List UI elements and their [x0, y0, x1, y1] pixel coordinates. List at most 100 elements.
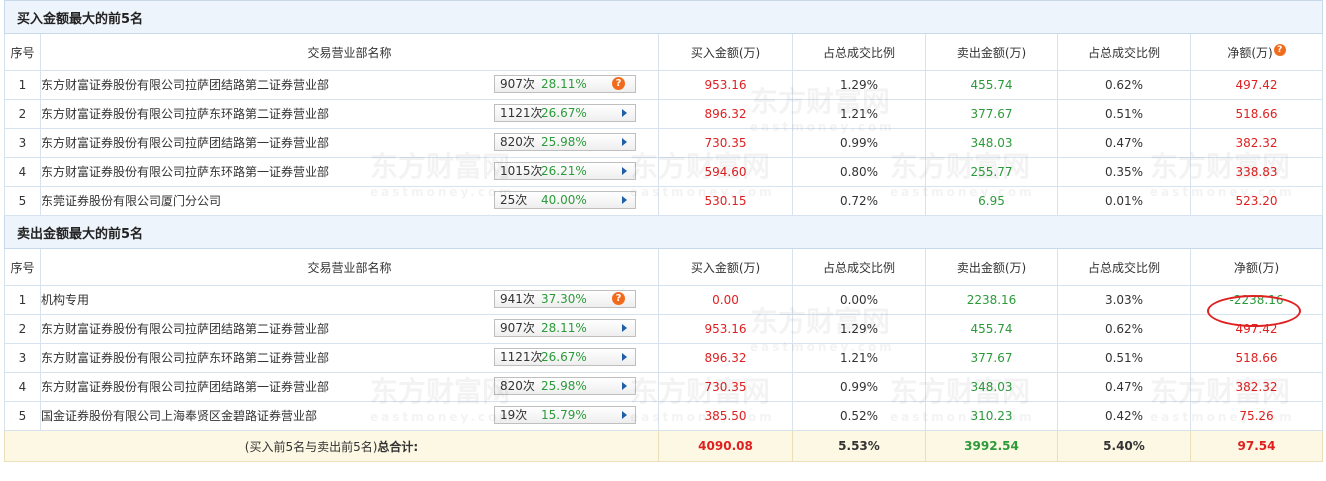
branch-name-link[interactable]: 东方财富证券股份有限公司拉萨东环路第一证券营业部: [41, 158, 329, 186]
buy-amount-cell: 730.35: [658, 372, 793, 402]
branch-rate: 37.30%: [541, 292, 587, 306]
buy-amount-cell: 385.50: [658, 401, 793, 431]
buy-pct-cell: 0.99%: [792, 128, 926, 158]
branch-name-link[interactable]: 东方财富证券股份有限公司拉萨团结路第二证券营业部: [41, 71, 329, 99]
buy-section-title: 买入金额最大的前5名: [3, 0, 1324, 34]
net-amount-cell: 497.42: [1189, 70, 1324, 100]
col-name-header: 交易营业部名称: [40, 33, 659, 71]
branch-rate: 25.98%: [541, 135, 587, 149]
rank-cell: 5: [4, 186, 41, 216]
arrow-right-icon[interactable]: [622, 109, 627, 117]
col-rank-header: 序号: [4, 248, 41, 286]
rank-cell: 5: [4, 401, 41, 431]
buy-amount-cell: 953.16: [658, 314, 793, 344]
sell-pct-cell: 0.01%: [1057, 186, 1191, 216]
warning-icon[interactable]: ?: [612, 292, 625, 305]
net-amount-cell: 518.66: [1189, 99, 1324, 129]
col-buy-pct-header: 占总成交比例: [792, 33, 926, 71]
branch-stats-button[interactable]: 25次 40.00%: [494, 191, 636, 209]
buy-pct-cell: 0.00%: [792, 285, 926, 315]
branch-name-link[interactable]: 东方财富证券股份有限公司拉萨东环路第二证券营业部: [41, 100, 329, 128]
branch-stats-button[interactable]: 941次 37.30%?: [494, 290, 636, 308]
table-row: 4 东方财富证券股份有限公司拉萨东环路第一证券营业部 1015次 26.21% 594.…: [4, 157, 1324, 187]
branch-cell: 东方财富证券股份有限公司拉萨东环路第二证券营业部 1121次 26.67%: [40, 99, 659, 129]
total-sell-pct: 5.40%: [1057, 430, 1191, 462]
arrow-right-icon[interactable]: [622, 411, 627, 419]
buy-pct-cell: 1.29%: [792, 314, 926, 344]
branch-name-link[interactable]: 机构专用: [41, 286, 89, 314]
sell-amount-cell: 455.74: [925, 70, 1058, 100]
arrow-right-icon[interactable]: [622, 167, 627, 175]
total-buy: 4090.08: [658, 430, 793, 462]
branch-name-link[interactable]: 东莞证券股份有限公司厦门分公司: [41, 187, 221, 215]
arrow-right-icon[interactable]: [622, 353, 627, 361]
branch-count: 1121次: [500, 106, 543, 120]
total-net: 97.54: [1189, 430, 1324, 462]
arrow-right-icon[interactable]: [622, 196, 627, 204]
ranking-table: 买入金额最大的前5名 序号 交易营业部名称 买入金额(万) 占总成交比例 卖出金…: [3, 0, 1324, 462]
table-row: 2 东方财富证券股份有限公司拉萨团结路第二证券营业部 907次 28.11% 953.1…: [4, 314, 1324, 344]
sell-pct-cell: 0.51%: [1057, 99, 1191, 129]
branch-stats-button[interactable]: 1121次 26.67%: [494, 348, 636, 366]
buy-pct-cell: 1.21%: [792, 343, 926, 373]
table-row: 3 东方财富证券股份有限公司拉萨团结路第一证券营业部 820次 25.98% 730.3…: [4, 128, 1324, 158]
help-icon[interactable]: ?: [1273, 43, 1286, 56]
branch-stats-button[interactable]: 820次 25.98%: [494, 133, 636, 151]
buy-pct-cell: 1.29%: [792, 70, 926, 100]
sell-amount-cell: 377.67: [925, 343, 1058, 373]
branch-name-link[interactable]: 东方财富证券股份有限公司拉萨团结路第一证券营业部: [41, 373, 329, 401]
table-row: 1 东方财富证券股份有限公司拉萨团结路第二证券营业部 907次 28.11%? 953.…: [4, 70, 1324, 100]
sell-header-row: 序号 交易营业部名称 买入金额(万) 占总成交比例 卖出金额(万) 占总成交比例…: [4, 248, 1324, 286]
buy-amount-cell: 896.32: [658, 99, 793, 129]
sell-amount-cell: 348.03: [925, 128, 1058, 158]
table-row: 2 东方财富证券股份有限公司拉萨东环路第二证券营业部 1121次 26.67% 896.…: [4, 99, 1324, 129]
branch-name-link[interactable]: 国金证券股份有限公司上海奉贤区金碧路证券营业部: [41, 402, 317, 430]
sell-pct-cell: 0.51%: [1057, 343, 1191, 373]
dragon-tiger-board: 买入金额最大的前5名 序号 交易营业部名称 买入金额(万) 占总成交比例 卖出金…: [3, 0, 1324, 481]
table-row: 5 东莞证券股份有限公司厦门分公司 25次 40.00% 530.15 0.72% 6.95…: [4, 186, 1324, 216]
arrow-right-icon[interactable]: [622, 324, 627, 332]
buy-header-row: 序号 交易营业部名称 买入金额(万) 占总成交比例 卖出金额(万) 占总成交比例…: [4, 33, 1324, 71]
buy-amount-cell: 594.60: [658, 157, 793, 187]
sell-section-title: 卖出金额最大的前5名: [3, 215, 1324, 249]
branch-count: 941次: [500, 292, 535, 306]
rank-cell: 4: [4, 372, 41, 402]
branch-count: 820次: [500, 135, 535, 149]
buy-amount-cell: 530.15: [658, 186, 793, 216]
branch-cell: 东方财富证券股份有限公司拉萨东环路第二证券营业部 1121次 26.67%: [40, 343, 659, 373]
branch-stats-button[interactable]: 1015次 26.21%: [494, 162, 636, 180]
table-row: 5 国金证券股份有限公司上海奉贤区金碧路证券营业部 19次 15.79% 385.50 0…: [4, 401, 1324, 431]
branch-name-link[interactable]: 东方财富证券股份有限公司拉萨团结路第二证券营业部: [41, 315, 329, 343]
table-row: 3 东方财富证券股份有限公司拉萨东环路第二证券营业部 1121次 26.67% 896.…: [4, 343, 1324, 373]
branch-cell: 东方财富证券股份有限公司拉萨团结路第一证券营业部 820次 25.98%: [40, 128, 659, 158]
sell-amount-cell: 255.77: [925, 157, 1058, 187]
branch-stats-button[interactable]: 19次 15.79%: [494, 406, 636, 424]
branch-stats-button[interactable]: 907次 28.11%?: [494, 75, 636, 93]
branch-count: 19次: [500, 408, 528, 422]
sell-pct-cell: 3.03%: [1057, 285, 1191, 315]
rank-cell: 2: [4, 314, 41, 344]
branch-rate: 26.21%: [541, 164, 587, 178]
buy-pct-cell: 1.21%: [792, 99, 926, 129]
buy-pct-cell: 0.80%: [792, 157, 926, 187]
total-buy-pct: 5.53%: [792, 430, 926, 462]
warning-icon[interactable]: ?: [612, 77, 625, 90]
branch-name-link[interactable]: 东方财富证券股份有限公司拉萨团结路第一证券营业部: [41, 129, 329, 157]
rank-cell: 1: [4, 285, 41, 315]
branch-name-link[interactable]: 东方财富证券股份有限公司拉萨东环路第二证券营业部: [41, 344, 329, 372]
col-sell-header: 卖出金额(万): [925, 248, 1058, 286]
branch-count: 1015次: [500, 164, 543, 178]
branch-stats-button[interactable]: 820次 25.98%: [494, 377, 636, 395]
branch-stats-button[interactable]: 1121次 26.67%: [494, 104, 636, 122]
branch-rate: 28.11%: [541, 321, 587, 335]
branch-stats-button[interactable]: 907次 28.11%: [494, 319, 636, 337]
buy-amount-cell: 953.16: [658, 70, 793, 100]
col-buy-pct-header: 占总成交比例: [792, 248, 926, 286]
total-row: (买入前5名与卖出前5名)总合计: 4090.08 5.53% 3992.54 …: [4, 430, 1324, 462]
highlight-circle: [1207, 295, 1301, 327]
rank-cell: 3: [4, 128, 41, 158]
rank-cell: 2: [4, 99, 41, 129]
branch-cell: 东莞证券股份有限公司厦门分公司 25次 40.00%: [40, 186, 659, 216]
arrow-right-icon[interactable]: [622, 138, 627, 146]
arrow-right-icon[interactable]: [622, 382, 627, 390]
